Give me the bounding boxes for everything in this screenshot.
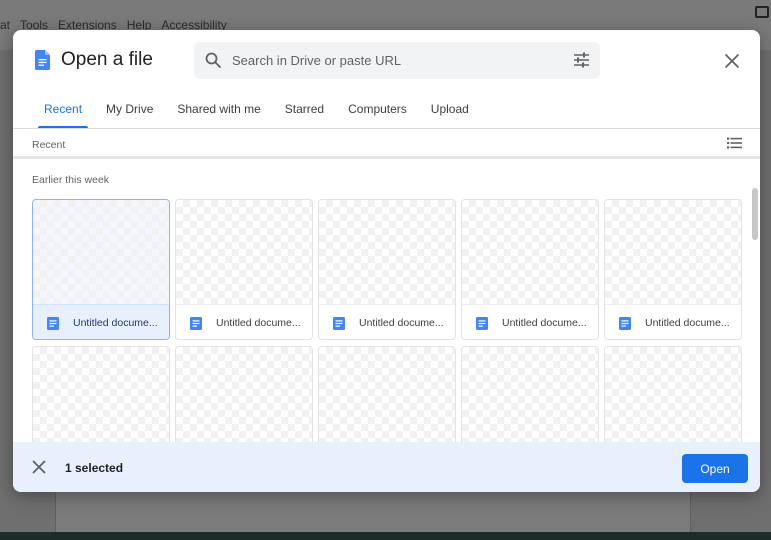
tab-upload[interactable]: Upload <box>419 92 481 128</box>
file-card-footer: Untitled docume... <box>462 304 598 339</box>
file-card-footer: Untitled docume... <box>176 304 312 339</box>
file-card[interactable] <box>461 346 599 442</box>
file-thumbnail <box>605 200 741 304</box>
tab-bar: Recent My Drive Shared with me Starred C… <box>13 92 760 128</box>
file-card[interactable]: Untitled docume... <box>318 199 456 340</box>
taskbar <box>0 532 771 540</box>
doc-file-icon <box>619 317 631 330</box>
file-card-footer: Untitled docume... <box>33 304 169 339</box>
google-docs-icon <box>35 50 50 70</box>
open-file-dialog: Open a file Recent My Drive Shared wit <box>13 30 760 492</box>
file-thumbnail <box>319 200 455 304</box>
file-thumbnail <box>176 200 312 304</box>
doc-file-icon <box>476 317 488 330</box>
breadcrumb: Recent <box>32 139 66 151</box>
tab-my-drive[interactable]: My Drive <box>94 92 165 128</box>
file-name: Untitled docume... <box>216 317 301 329</box>
search-box[interactable] <box>194 42 600 79</box>
doc-file-icon <box>47 317 59 330</box>
file-name: Untitled docume... <box>645 317 730 329</box>
breadcrumb-row: Recent <box>13 129 760 159</box>
file-thumbnail <box>462 200 598 304</box>
file-name: Untitled docume... <box>359 317 444 329</box>
file-card[interactable]: Untitled docume... <box>32 199 170 340</box>
file-thumbnail <box>319 347 455 442</box>
file-card[interactable] <box>32 346 170 442</box>
file-browser: Earlier this week Untitled docume... Unt… <box>13 162 760 442</box>
file-thumbnail <box>462 347 598 442</box>
open-button[interactable]: Open <box>682 454 748 483</box>
background-document <box>55 492 691 532</box>
file-thumbnail <box>33 347 169 442</box>
file-thumbnail <box>605 347 741 442</box>
file-thumbnail <box>33 200 169 304</box>
scrollbar-thumb[interactable] <box>752 188 758 240</box>
tab-recent[interactable]: Recent <box>32 92 94 128</box>
menu-format: at <box>0 18 11 32</box>
dialog-title: Open a file <box>61 49 153 70</box>
file-card[interactable] <box>175 346 313 442</box>
file-card[interactable]: Untitled docume... <box>604 199 742 340</box>
list-view-icon[interactable] <box>727 137 742 149</box>
file-name: Untitled docume... <box>73 317 158 329</box>
doc-file-icon <box>333 317 345 330</box>
file-card[interactable] <box>604 346 742 442</box>
search-options-icon[interactable] <box>573 52 590 68</box>
selection-footer: 1 selected Open <box>13 442 760 492</box>
file-card[interactable] <box>318 346 456 442</box>
file-thumbnail <box>176 347 312 442</box>
clear-selection-icon[interactable] <box>32 460 46 474</box>
file-card[interactable]: Untitled docume... <box>461 199 599 340</box>
selection-count: 1 selected <box>65 461 124 475</box>
file-card-footer: Untitled docume... <box>605 304 741 339</box>
section-label: Earlier this week <box>32 174 110 186</box>
doc-file-icon <box>190 317 202 330</box>
file-card[interactable]: Untitled docume... <box>175 199 313 340</box>
dialog-header: Open a file <box>13 30 760 92</box>
window-icon <box>755 6 769 18</box>
close-icon[interactable] <box>722 51 742 71</box>
search-input[interactable] <box>232 50 552 71</box>
tab-starred[interactable]: Starred <box>273 92 336 128</box>
tab-shared-with-me[interactable]: Shared with me <box>165 92 272 128</box>
file-name: Untitled docume... <box>502 317 587 329</box>
tab-computers[interactable]: Computers <box>336 92 419 128</box>
file-card-footer: Untitled docume... <box>319 304 455 339</box>
search-icon <box>205 52 221 68</box>
